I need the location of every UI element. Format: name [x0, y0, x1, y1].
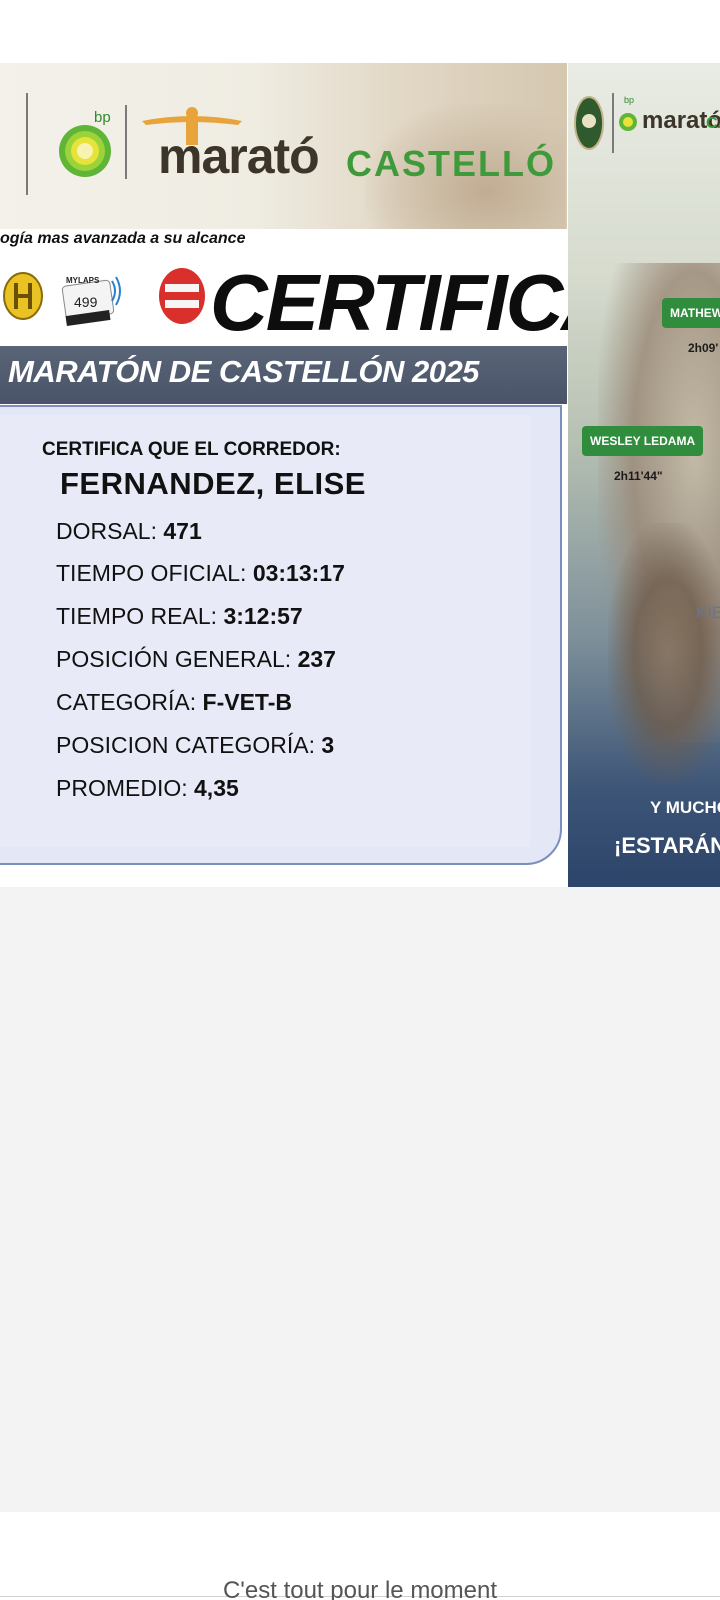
field-label: POSICIÓN GENERAL: [56, 646, 298, 672]
promo-runner2-tag: WESLEY LEDAMA [582, 426, 704, 456]
promo-runner-arm [608, 523, 720, 783]
promo-bottom-line2: ¡ESTARÁN E [614, 833, 720, 858]
certifies-label: CERTIFICA QUE EL CORREDOR: [42, 439, 341, 460]
promo-runner1-time: 2h09' [688, 341, 719, 355]
promo-runner2-time: 2h11'44" [614, 469, 663, 483]
field-value: 471 [163, 518, 202, 544]
event-title: MARATÓN DE CASTELLÓN 2025 [8, 354, 479, 389]
field-label: CATEGORÍA: [56, 689, 203, 715]
field-value: 237 [297, 646, 336, 672]
field-official-time: TIEMPO OFICIAL: 03:13:17 [56, 560, 345, 587]
promo-bottom-line1: Y MUCHOS [650, 798, 720, 817]
certifica-heading: CERTIFICA [210, 258, 619, 347]
bp-helios-logo [59, 125, 111, 177]
end-of-feed-message: C'est tout pour le moment [222, 1577, 498, 1600]
field-dorsal: DORSAL: 471 [56, 518, 202, 545]
promo-castello-wordmark: CA [706, 115, 720, 132]
header-divider [125, 105, 127, 179]
marato-wordmark: marató [158, 128, 320, 184]
empty-content-area [0, 887, 720, 1512]
promo-runner1-tag: MATHEW K [662, 298, 720, 328]
promo-poster[interactable]: bp marató CA MATHEW K 2h09' WESLEY LEDAM… [568, 63, 720, 887]
field-label: TIEMPO REAL: [56, 603, 224, 629]
field-value: 3 [321, 732, 335, 758]
field-category-position: POSICION CATEGORÍA: 3 [56, 732, 334, 759]
page: bp marató CASTELLÓ ogía mas avanzada a s… [0, 0, 720, 1600]
castello-wordmark: CASTELLÓ [346, 143, 556, 184]
field-label: DORSAL: [56, 518, 164, 544]
field-value: F-VET-B [202, 689, 292, 715]
certificate-image: bp marató CASTELLÓ ogía mas avanzada a s… [0, 63, 720, 887]
field-overall-position: POSICIÓN GENERAL: 237 [56, 646, 336, 673]
field-value: 3:12:57 [223, 603, 303, 629]
mylaps-number: 499 [74, 294, 98, 310]
mylaps-logo: MYLAPS 499 [61, 276, 121, 327]
field-value: 4,35 [194, 775, 239, 801]
promo-kib-text: KIB [696, 603, 720, 622]
header-divider [26, 93, 28, 195]
runner-name: FERNANDEZ, ELISE [60, 466, 366, 501]
field-label: POSICION CATEGORÍA: [56, 732, 322, 758]
promo-emblem-icon [574, 96, 604, 150]
field-label: PROMEDIO: [56, 775, 195, 801]
field-real-time: TIEMPO REAL: 3:12:57 [56, 603, 303, 630]
timing-chip-logo [159, 268, 205, 324]
field-value: 03:13:17 [252, 560, 345, 586]
field-category: CATEGORÍA: F-VET-B [56, 689, 292, 716]
field-average: PROMEDIO: 4,35 [56, 775, 239, 802]
field-label: TIEMPO OFICIAL: [56, 560, 253, 586]
club-logo [3, 272, 43, 320]
promo-divider [612, 93, 614, 153]
promo-bp-logo [619, 113, 637, 131]
tagline: ogía mas avanzada a su alcance [0, 230, 246, 247]
promo-bp-label: bp [624, 95, 635, 105]
mylaps-text: MYLAPS [66, 276, 100, 285]
